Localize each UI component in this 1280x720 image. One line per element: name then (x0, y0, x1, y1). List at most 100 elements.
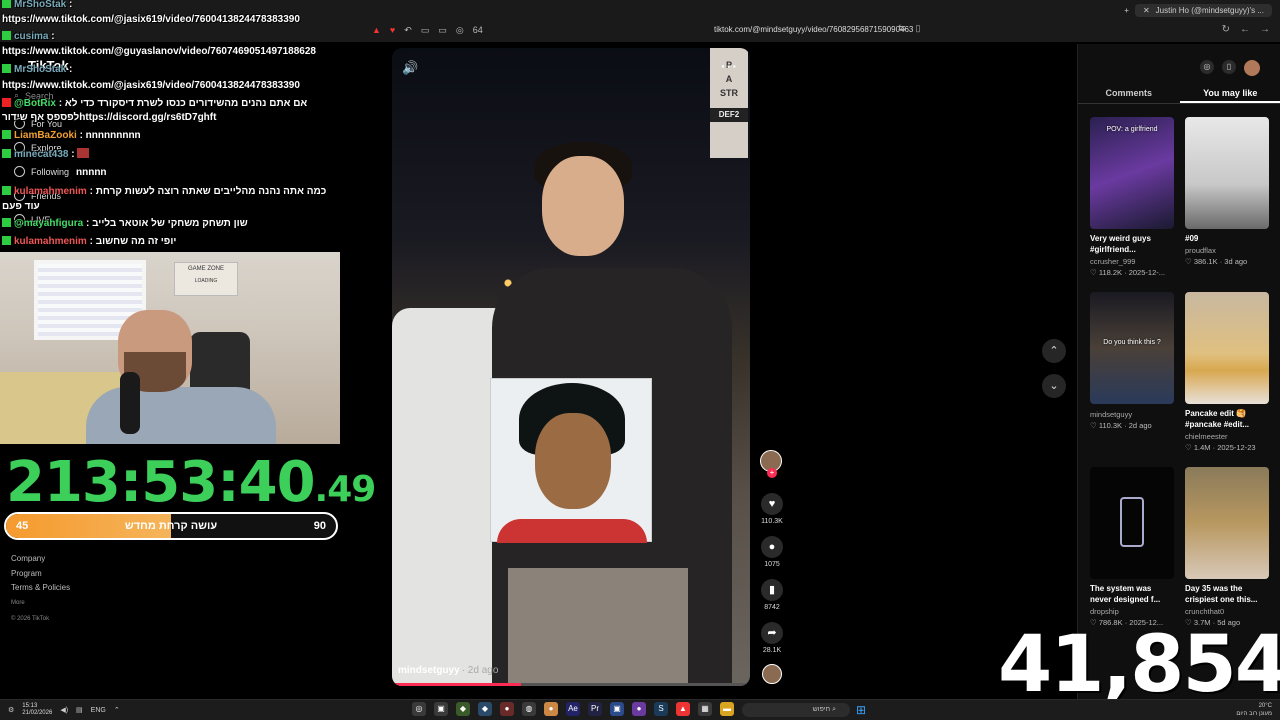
app-icon[interactable]: ▲ (676, 702, 690, 716)
network-icon[interactable]: ▤ (76, 706, 83, 714)
chat-message: https://www.tiktok.com/@guyaslanov/video… (2, 46, 316, 57)
held-photo (490, 378, 652, 543)
brave-icon[interactable]: ♥ (390, 25, 395, 35)
stream-chat: MrShoStak : https://www.tiktok.com/@jasi… (0, 0, 340, 250)
taskbar-search[interactable]: חיפוש ⌕ (742, 703, 850, 717)
tab-title: Justin Ho (@mindsetguyy)'s ... (1155, 5, 1264, 15)
chat-icon[interactable]: ◎ (456, 25, 464, 36)
gear-icon[interactable]: ⚙ (8, 706, 14, 714)
volume-icon[interactable]: 🔊 (402, 60, 418, 76)
badge-icon (2, 31, 11, 40)
previous-video-button[interactable]: ⌃ (1042, 339, 1066, 363)
app-icon[interactable]: ● (500, 702, 514, 716)
stream-timer: 213:53:40.49 (6, 450, 376, 515)
chat-message: kulamahmenim : כמה אתה נהנה מהלייבים שאת… (2, 186, 327, 212)
compass-icon[interactable]: ◎ (1200, 60, 1214, 74)
app-icon[interactable]: Ae (566, 702, 580, 716)
video-thumbnail (1185, 467, 1269, 579)
video-scrubber[interactable] (392, 683, 750, 686)
badge-icon (2, 218, 11, 227)
heart-icon: ♥ (761, 493, 783, 515)
chat-message: @BotRix : אם אתם נהנים מהשידורים כנסו לש… (2, 98, 308, 123)
windows-start-icon[interactable]: ⊞ (854, 703, 868, 717)
footer-link[interactable]: Terms & Policies (11, 581, 70, 596)
viewer-counter: 41,854 (998, 620, 1280, 710)
shield-icon[interactable]: ▲ (372, 25, 381, 35)
share-icon[interactable]: ⇆ (898, 23, 906, 34)
tab-comments[interactable]: Comments (1078, 82, 1180, 103)
badge-icon (2, 186, 11, 195)
heart-icon: ♡ (1185, 443, 1192, 452)
tab-active[interactable]: ✕ Justin Ho (@mindsetguyy)'s ... (1134, 3, 1272, 17)
more-icon[interactable]: ··· (721, 58, 738, 74)
microphone (120, 372, 140, 434)
video-thumbnail: Do you think this ? (1090, 292, 1174, 404)
search-icon: ⌕ (832, 706, 836, 713)
app-icon[interactable]: ● (632, 702, 646, 716)
share-icon: ➦ (761, 622, 783, 644)
weather-temp[interactable]: 20°C (1236, 702, 1272, 710)
bookmark-icon[interactable]: ▯ (916, 23, 921, 34)
heart-icon: ♡ (1185, 257, 1192, 266)
sidebar-icon[interactable]: ▭ (438, 25, 447, 36)
video-card[interactable]: Pancake edit 🥞 #pancake #edit... chielme… (1185, 292, 1269, 452)
comment-button[interactable]: ● 1075 (760, 536, 784, 568)
address-bar[interactable]: tiktok.com/@mindsetguyy/video/7608295687… (714, 25, 913, 34)
goal-label: עושה קרחת מחדש (124, 520, 218, 532)
app-icon[interactable]: ▣ (610, 702, 624, 716)
video-card[interactable]: The system was never designed f... drops… (1090, 467, 1174, 627)
tab-icon[interactable]: ▭ (421, 25, 430, 36)
forward-arrow-icon[interactable]: → (1260, 24, 1270, 35)
chat-message: LiamBaZooki : nnnnnnnnn (2, 130, 141, 141)
video-thumbnail (1185, 117, 1269, 229)
app-icon[interactable]: ◆ (478, 702, 492, 716)
app-icon[interactable]: ▦ (698, 702, 712, 716)
new-tab-icon[interactable]: + (1124, 6, 1129, 15)
video-thumbnail (1185, 292, 1269, 404)
back-arrow-icon[interactable]: ← (1240, 24, 1250, 35)
chevron-up-icon[interactable]: ⌃ (114, 706, 120, 714)
video-card[interactable]: POV: a girlfriend Very weird guys #girlf… (1090, 117, 1174, 277)
profile-avatar[interactable] (1244, 60, 1260, 76)
video-thumbnail: POV: a girlfriend (1090, 117, 1174, 229)
like-button[interactable]: ♥ 110.3K (760, 493, 784, 525)
goal-progress-bar: 45 עושה קרחת מחדש 90 (4, 512, 338, 540)
device-icon[interactable]: ▯ (1222, 60, 1236, 74)
emote-icon (77, 148, 90, 158)
close-icon[interactable]: ✕ (1143, 6, 1150, 15)
next-video-button[interactable]: ⌄ (1042, 374, 1066, 398)
author-avatar[interactable]: + (760, 450, 782, 478)
app-icon[interactable]: Pr (588, 702, 602, 716)
person-head (542, 156, 624, 256)
app-icon[interactable]: ◍ (522, 702, 536, 716)
follow-icon[interactable]: + (767, 468, 777, 478)
language-indicator[interactable]: ENG (91, 707, 106, 714)
video-author[interactable]: mindsetguyy · 2d ago (398, 665, 498, 676)
speaker-icon[interactable]: ◀) (60, 706, 68, 714)
app-icon[interactable]: ▣ (434, 702, 448, 716)
video-card[interactable]: #09 proudflax ♡ 386.1K · 3d ago (1185, 117, 1269, 266)
video-thumbnail (1090, 467, 1174, 579)
video-player[interactable]: P A STR DEF2 🔊 ··· mindsetguyy · 2d ago (392, 48, 750, 686)
footer-link[interactable]: Program (11, 567, 70, 582)
app-icon[interactable]: S (654, 702, 668, 716)
video-card[interactable]: Do you think this ? mindsetguyy ♡ 110.3K… (1090, 292, 1174, 430)
reload-icon[interactable]: ↻ (1222, 24, 1230, 35)
badge-icon (2, 64, 11, 73)
sound-disc[interactable] (762, 664, 782, 684)
app-icon[interactable]: ● (544, 702, 558, 716)
app-icon[interactable]: ◎ (412, 702, 426, 716)
save-button[interactable]: ▮ 8742 (760, 579, 784, 611)
folder-icon[interactable]: ▬ (720, 702, 734, 716)
video-card[interactable]: Day 35 was the crispiest one this... cru… (1185, 467, 1269, 627)
badge-icon (2, 130, 11, 139)
badge-icon (2, 236, 11, 245)
back-icon[interactable]: ↶ (404, 25, 412, 36)
tab-you-may-like[interactable]: You may like (1179, 82, 1280, 103)
chat-message: kulamahmenim : יופי זה מה שחשוב (2, 236, 176, 247)
footer-link[interactable]: Company (11, 552, 70, 567)
app-icon[interactable]: ◆ (456, 702, 470, 716)
footer-more[interactable]: More (11, 596, 70, 611)
chat-message: https://www.tiktok.com/@jasix619/video/7… (2, 14, 300, 25)
share-button[interactable]: ➦ 28.1K (760, 622, 784, 654)
